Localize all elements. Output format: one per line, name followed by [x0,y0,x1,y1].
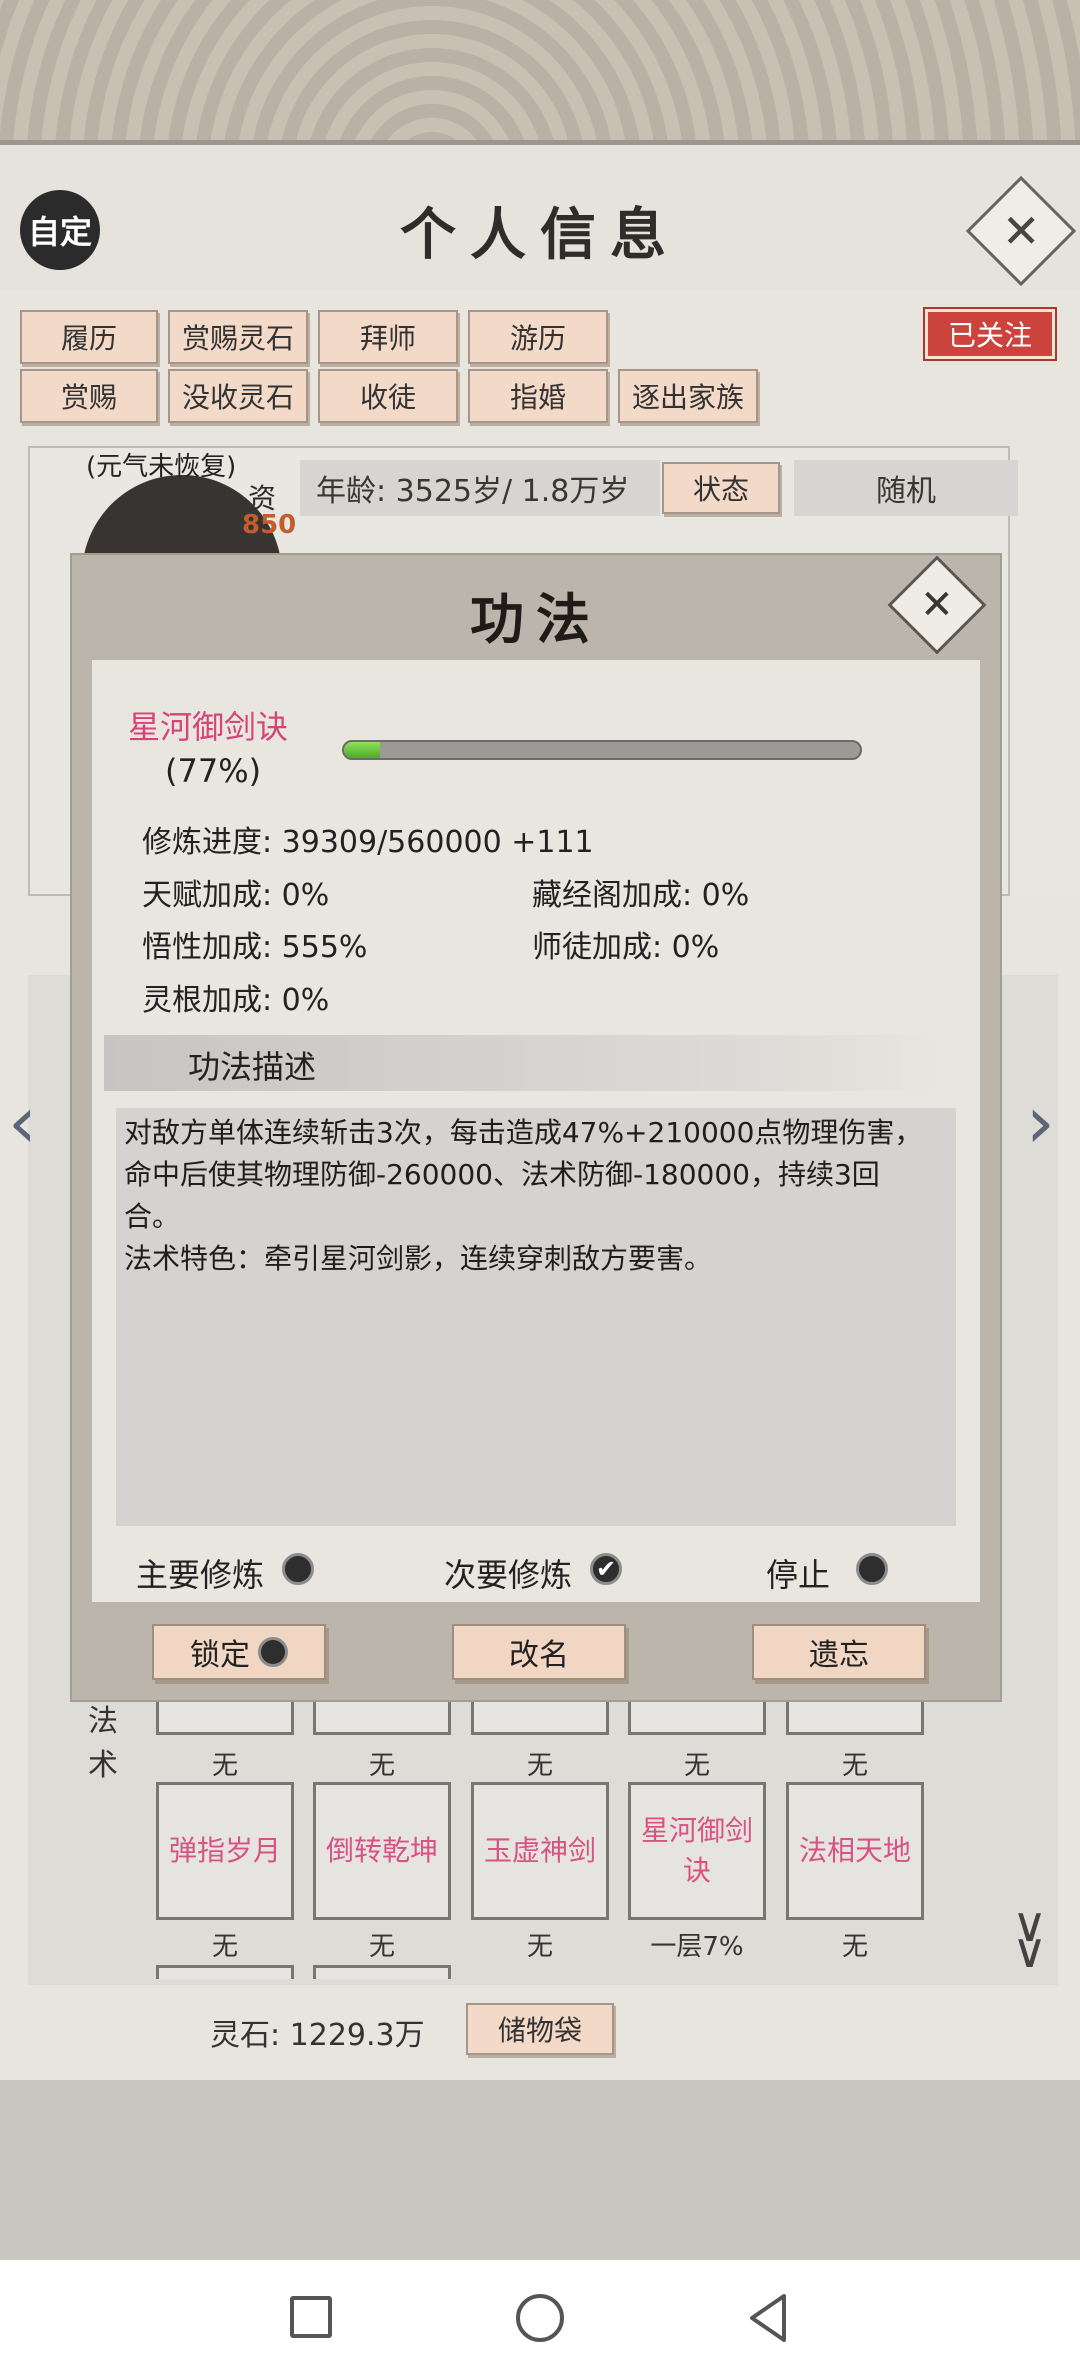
primary-cultivation-label: 主要修炼 [136,1556,265,1594]
back-icon[interactable] [744,2292,792,2344]
description-line: 对敌方单体连续斩击3次，每击造成47%+210000点物理伤害， [124,1116,923,1149]
secondary-cultivation-radio[interactable]: ✔ [590,1553,622,1585]
cultivation-progress: 修炼进度: 39309/560000 +111 [142,825,594,860]
description-line: 法术特色：牵引星河剑影，连续穿刺敌方要害。 [124,1242,713,1275]
footer [0,2080,1080,2260]
home-icon[interactable] [516,2294,564,2342]
close-icon: ✕ [920,581,954,628]
stop-label: 停止 [766,1556,831,1594]
progress-fill [344,742,381,758]
talent-bonus: 天赋加成: 0% [142,878,330,913]
check-icon: ✔ [595,1555,617,1583]
stop-radio[interactable] [856,1553,888,1585]
lock-button-label: 锁定 [190,1638,250,1673]
description-line: 合。 [124,1200,181,1233]
modal-title: 功法 [470,587,602,651]
recents-icon[interactable] [290,2296,332,2338]
root-bonus: 灵根加成: 0% [142,983,330,1018]
description-title: 功法描述 [188,1048,317,1086]
wisdom-bonus: 悟性加成: 555% [142,930,368,965]
master-bonus: 师徒加成: 0% [532,930,720,965]
cultivation-progress-bar [342,740,862,760]
secondary-cultivation-label: 次要修炼 [444,1556,573,1594]
lock-button[interactable]: 锁定 [152,1624,326,1680]
description-line: 命中后使其物理防御-260000、法术防御-180000，持续3回 [124,1158,880,1191]
description-text: 对敌方单体连续斩击3次，每击造成47%+210000点物理伤害， 命中后使其物理… [124,1112,950,1280]
forget-button[interactable]: 遗忘 [752,1624,926,1680]
rename-button[interactable]: 改名 [452,1624,626,1680]
primary-cultivation-radio[interactable] [282,1553,314,1585]
lock-toggle-icon [258,1637,288,1667]
decorative-wave-band [0,0,1080,145]
library-bonus: 藏经阁加成: 0% [532,878,750,913]
skill-name: 星河御剑诀 [128,708,289,746]
skill-percent: (77%) [165,752,262,790]
